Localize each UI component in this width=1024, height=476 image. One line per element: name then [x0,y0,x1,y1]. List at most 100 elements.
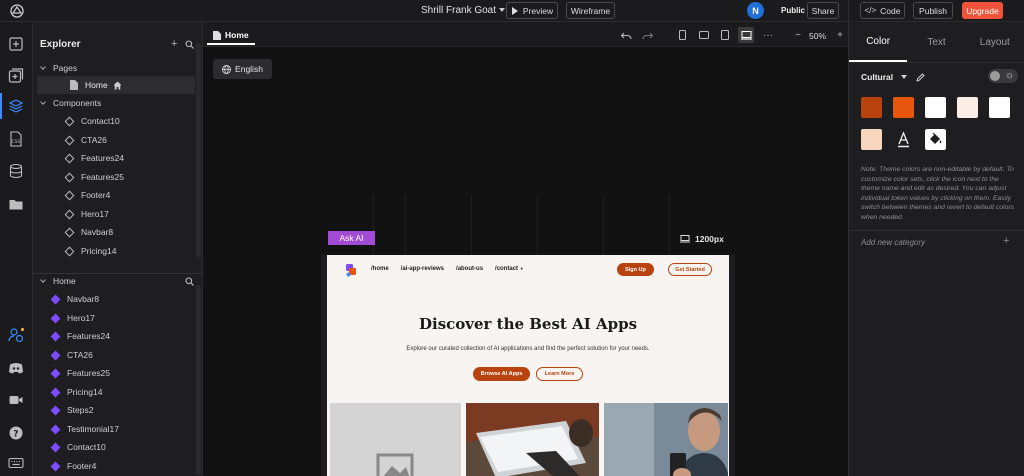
page-preview[interactable]: /home /ai-app-reviews /about-us /contact… [327,255,729,476]
layer-item[interactable]: Steps2 [33,401,198,419]
color-swatch[interactable] [893,97,914,118]
preview-button[interactable]: Preview [506,2,558,19]
color-swatch[interactable] [957,97,978,118]
layer-item[interactable]: Features24 [33,327,198,345]
desktop-view-icon[interactable] [738,27,754,43]
tab-home[interactable]: Home [207,27,255,45]
theme-selector[interactable]: Cultural [861,72,925,82]
canvas-area: Home ··· − 50% + English Ask AI 1200px /… [203,23,848,476]
component-item[interactable]: Pricing14 [33,242,198,260]
text-color-icon[interactable] [893,129,914,150]
color-swatch[interactable] [989,97,1010,118]
user-settings-icon[interactable] [8,327,24,343]
language-label: English [235,64,263,74]
add-section-icon[interactable] [8,68,24,84]
code-button[interactable]: </> Code [860,2,905,19]
zoom-in-icon[interactable]: + [832,27,848,43]
components-scrollbar[interactable] [196,43,201,257]
video-icon[interactable] [8,392,24,408]
component-item[interactable]: Navbar8 [33,223,198,241]
more-options-icon[interactable]: ··· [760,27,776,43]
share-button[interactable]: Share [807,2,839,19]
layers-icon[interactable] [8,98,24,114]
guide-line [471,195,472,255]
undo-icon[interactable] [618,27,634,43]
color-swatch[interactable] [861,129,882,150]
component-icon [64,135,75,145]
browse-apps-button[interactable]: Browse AI Apps [473,367,530,381]
layers-scrollbar[interactable] [196,285,201,475]
add-icon[interactable]: + [171,38,177,50]
tree-pages-group[interactable]: Pages [33,59,198,77]
top-bar: Shrill Frank Goat Preview Wireframe N Pu… [0,0,1024,22]
layer-item[interactable]: Hero17 [33,309,198,327]
color-swatch[interactable] [861,97,882,118]
component-item[interactable]: Contact10 [33,112,198,130]
signup-button[interactable]: Sign Up [617,263,654,276]
zoom-out-icon[interactable]: − [790,27,806,43]
layer-item[interactable]: Pricing14 [33,383,198,401]
avatar[interactable]: N [747,2,764,19]
project-name-dropdown[interactable]: Shrill Frank Goat [421,5,506,16]
tab-color[interactable]: Color [849,23,908,62]
discord-icon[interactable] [8,360,24,376]
fill-bucket-icon[interactable] [925,129,946,150]
learn-more-button[interactable]: Learn More [536,367,583,381]
chevron-down-icon [40,63,46,70]
zoom-level[interactable]: 50% [809,31,826,41]
more-label: ··· [763,29,773,41]
component-icon [50,368,61,378]
toggle-knob [990,71,1000,81]
get-started-button[interactable]: Get Started [668,263,712,276]
folder-icon[interactable] [8,196,24,212]
component-label: Pricing14 [81,246,117,256]
add-category-label[interactable]: Add new category [861,238,925,247]
nav-link-reviews[interactable]: /ai-app-reviews [401,266,444,272]
wireframe-button[interactable]: Wireframe [566,2,615,19]
redo-icon[interactable] [639,27,655,43]
nav-link-about[interactable]: /about-us [456,266,483,272]
layer-item[interactable]: Testimonial17 [33,420,198,438]
plus-square-icon[interactable] [8,36,24,52]
nav-link-contact[interactable]: /contact ▼ [495,266,524,272]
database-icon[interactable] [8,163,24,179]
layer-item[interactable]: Contact10 [33,438,198,456]
layer-label: Steps2 [67,405,94,415]
component-item[interactable]: CTA26 [33,131,198,149]
css-icon[interactable]: CSS [8,131,24,147]
component-item[interactable]: Hero17 [33,205,198,223]
layer-item[interactable]: Footer4 [33,457,198,475]
color-swatch[interactable] [925,97,946,118]
layers-root[interactable]: Home [33,272,198,290]
tree-page-home[interactable]: Home [37,76,195,94]
keyboard-icon[interactable] [8,455,24,471]
theme-mode-toggle[interactable]: ☼ [988,69,1018,83]
layer-item[interactable]: Features25 [33,364,198,382]
tablet-view-icon[interactable] [717,27,733,43]
layer-item[interactable]: CTA26 [33,346,198,364]
search-icon[interactable] [185,40,195,49]
tab-layout[interactable]: Layout [966,23,1024,62]
help-icon[interactable]: ? [8,425,24,441]
add-category-plus-icon[interactable]: + [1003,235,1009,247]
upgrade-button[interactable]: Upgrade [962,2,1003,19]
site-logo-icon[interactable] [345,263,357,277]
mobile-view-icon[interactable] [674,27,690,43]
public-label[interactable]: Public [781,6,805,15]
component-icon [50,350,61,360]
app-logo-icon[interactable] [9,3,25,19]
code-label: Code [880,5,901,16]
nav-link-home[interactable]: /home [371,266,389,272]
language-selector[interactable]: English [213,59,272,79]
component-item[interactable]: Features24 [33,149,198,167]
layers-search-icon[interactable] [185,277,194,286]
layer-item[interactable]: Navbar8 [33,290,198,308]
tab-text[interactable]: Text [907,23,965,62]
component-item[interactable]: Footer4 [33,186,198,204]
publish-button[interactable]: Publish [913,2,953,19]
tablet-landscape-icon[interactable] [696,27,712,43]
ask-ai-button[interactable]: Ask AI [328,231,375,245]
tree-components-group[interactable]: Components [33,94,198,112]
component-item[interactable]: Features25 [33,168,198,186]
pencil-icon[interactable] [916,72,925,82]
